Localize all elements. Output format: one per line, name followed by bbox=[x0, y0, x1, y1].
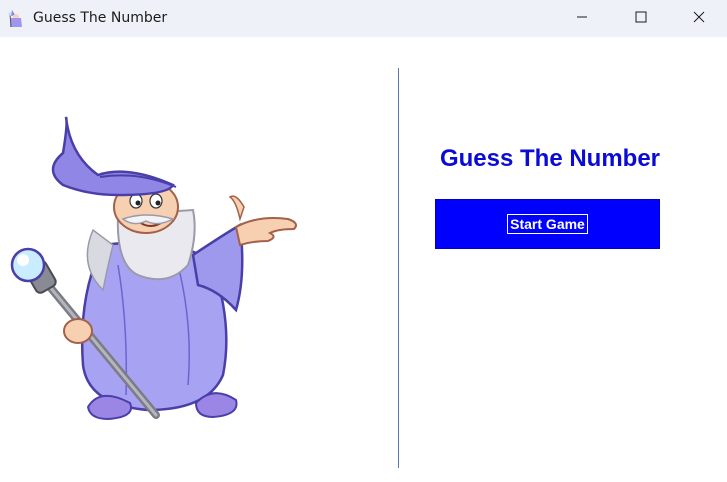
vertical-divider bbox=[398, 68, 399, 468]
game-title: Guess The Number bbox=[439, 145, 661, 172]
window-title: Guess The Number bbox=[33, 10, 168, 26]
start-game-label: Start Game bbox=[507, 214, 588, 234]
close-button[interactable] bbox=[670, 0, 727, 37]
close-icon bbox=[693, 10, 705, 28]
minimize-button[interactable] bbox=[553, 0, 611, 37]
maximize-icon bbox=[635, 10, 647, 28]
start-game-button[interactable]: Start Game bbox=[435, 199, 660, 249]
maximize-button[interactable] bbox=[612, 0, 670, 37]
wizard-app-icon bbox=[6, 8, 26, 28]
main-window: Guess The Number Start Game bbox=[0, 37, 727, 482]
minimize-icon bbox=[576, 10, 588, 28]
title-bar[interactable]: Guess The Number bbox=[0, 0, 727, 37]
wizard-illustration bbox=[8, 115, 304, 421]
